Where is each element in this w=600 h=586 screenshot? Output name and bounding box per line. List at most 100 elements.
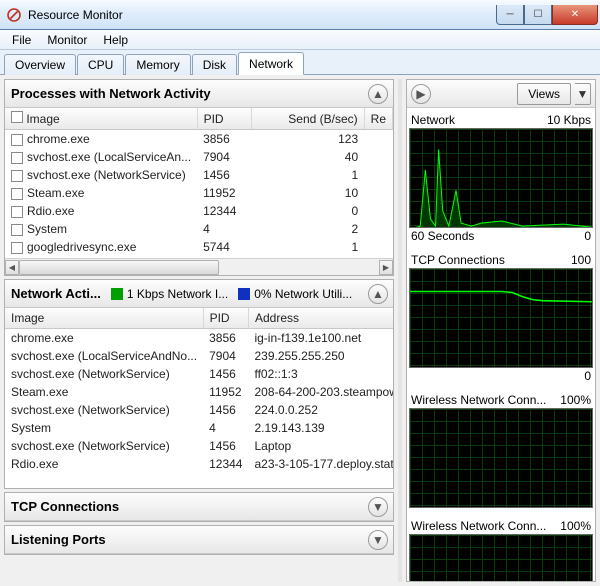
expand-button[interactable]: ▼ [368,530,388,550]
panel-network-header[interactable]: Network Acti... 1 Kbps Network I... 0% N… [5,280,393,308]
graphs-container[interactable]: Network10 Kbps60 Seconds0TCP Connections… [407,108,595,581]
scroll-right-icon[interactable]: ▶ [379,260,393,275]
cell-recv [364,148,392,166]
table-row[interactable]: svchost.exe (NetworkService)1456ff02::1:… [5,365,393,383]
panel-processes-header[interactable]: Processes with Network Activity ▲ [5,80,393,108]
graph-title: Wireless Network Conn... [411,393,546,407]
row-checkbox[interactable] [11,134,23,146]
collapse-button[interactable]: ▲ [368,84,388,104]
cell-recv [364,238,392,256]
header-checkbox[interactable] [11,111,23,123]
col-pid[interactable]: PID [197,108,251,130]
panel-tcp-header[interactable]: TCP Connections ▼ [5,493,393,521]
row-checkbox[interactable] [11,152,23,164]
table-row[interactable]: svchost.exe (LocalServiceAn...790440 [5,148,393,166]
cell-pid: 5744 [197,238,251,256]
panel-processes: Processes with Network Activity ▲ Image … [4,79,394,276]
splitter[interactable] [398,79,402,582]
table-row[interactable]: System42.19.143.139 [5,419,393,437]
table-row[interactable]: Steam.exe11952208-64-200-203.steampow... [5,383,393,401]
row-checkbox[interactable] [11,206,23,218]
cell-recv [364,220,392,238]
cell-image: googledrivesync.exe [5,238,197,256]
cell-pid: 7904 [197,148,251,166]
views-button[interactable]: Views [517,83,571,105]
chevron-down-icon: ▼ [372,533,384,547]
panel-ports-header[interactable]: Listening Ports ▼ [5,526,393,554]
row-checkbox[interactable] [11,242,23,254]
menu-file[interactable]: File [4,31,39,49]
cell-pid: 3856 [197,130,251,149]
cell-recv [364,130,392,149]
cell-pid: 12344 [203,455,248,473]
table-row[interactable]: svchost.exe (NetworkService)14561 [5,166,393,184]
menu-help[interactable]: Help [95,31,136,49]
cell-address: 2.19.143.139 [248,419,393,437]
table-row[interactable]: googledrivesync.exe57441 [5,238,393,256]
table-row[interactable]: chrome.exe3856123 [5,130,393,149]
chevron-down-icon: ▼ [577,87,589,101]
col-image[interactable]: Image [5,308,203,329]
col-pid[interactable]: PID [203,308,248,329]
table-row[interactable]: System42 [5,220,393,238]
graph-scale: 10 Kbps [547,113,591,127]
graph: Wireless Network Conn...100% [409,518,593,581]
table-row[interactable]: Rdio.exe123440 [5,202,393,220]
tab-disk[interactable]: Disk [192,54,237,75]
cell-image: System [5,220,197,238]
app-icon [6,7,22,23]
panel-tcp-title: TCP Connections [11,499,119,514]
collapse-button[interactable]: ▲ [368,284,388,304]
maximize-button[interactable]: ☐ [524,5,552,25]
tab-memory[interactable]: Memory [125,54,190,75]
graph: Wireless Network Conn... 100% [409,392,593,510]
h-scrollbar[interactable]: ◀ ▶ [5,258,393,275]
table-row[interactable]: svchost.exe (LocalServiceAndNo...7904239… [5,347,393,365]
cell-image: svchost.exe (LocalServiceAndNo... [5,347,203,365]
legend-2-swatch [238,288,250,300]
hide-pane-button[interactable]: ▶ [411,84,431,104]
col-address[interactable]: Address [248,308,393,329]
table-row[interactable]: Rdio.exe12344a23-3-105-177.deploy.stati.… [5,455,393,473]
row-checkbox[interactable] [11,170,23,182]
graph-footer-right: 0 [584,369,591,383]
tab-cpu[interactable]: CPU [77,54,124,75]
cell-send: 123 [251,130,364,149]
table-row[interactable]: chrome.exe3856ig-in-f139.1e100.net [5,329,393,348]
graph-scale: 100% [560,393,591,407]
scroll-left-icon[interactable]: ◀ [5,260,19,275]
cell-send: 1 [251,166,364,184]
tab-network[interactable]: Network [238,52,304,75]
panel-ports-title: Listening Ports [11,532,106,547]
close-button[interactable]: ✕ [552,5,598,25]
cell-send: 0 [251,202,364,220]
row-checkbox[interactable] [11,188,23,200]
row-checkbox[interactable] [11,224,23,236]
menu-monitor[interactable]: Monitor [39,31,95,49]
scroll-thumb[interactable] [19,260,219,275]
panel-processes-body: Image PID Send (B/sec) Re chrome.exe3856… [5,108,393,258]
graph-plot [409,408,593,508]
tab-overview[interactable]: Overview [4,54,76,75]
table-row[interactable]: Steam.exe1195210 [5,184,393,202]
table-row[interactable]: svchost.exe (NetworkService)1456224.0.0.… [5,401,393,419]
expand-button[interactable]: ▼ [368,497,388,517]
table-row[interactable]: svchost.exe (NetworkService)1456Laptop [5,437,393,455]
cell-recv [364,202,392,220]
graph-plot [409,128,593,228]
graph: TCP Connections1000 [409,252,593,384]
cell-image: chrome.exe [5,329,203,348]
graph-scale: 100 [571,253,591,267]
col-recv[interactable]: Re [364,108,392,130]
cell-pid: 1456 [203,365,248,383]
views-dropdown[interactable]: ▼ [575,83,591,105]
panel-network-title: Network Acti... [11,286,101,301]
cell-pid: 3856 [203,329,248,348]
panel-listening-ports: Listening Ports ▼ [4,525,394,555]
cell-send: 2 [251,220,364,238]
col-send[interactable]: Send (B/sec) [251,108,364,130]
graph-footer-left: 60 Seconds [411,229,474,243]
minimize-button[interactable]: ─ [496,5,524,25]
col-image[interactable]: Image [5,108,197,130]
legend-1: 1 Kbps Network I... [111,287,228,301]
